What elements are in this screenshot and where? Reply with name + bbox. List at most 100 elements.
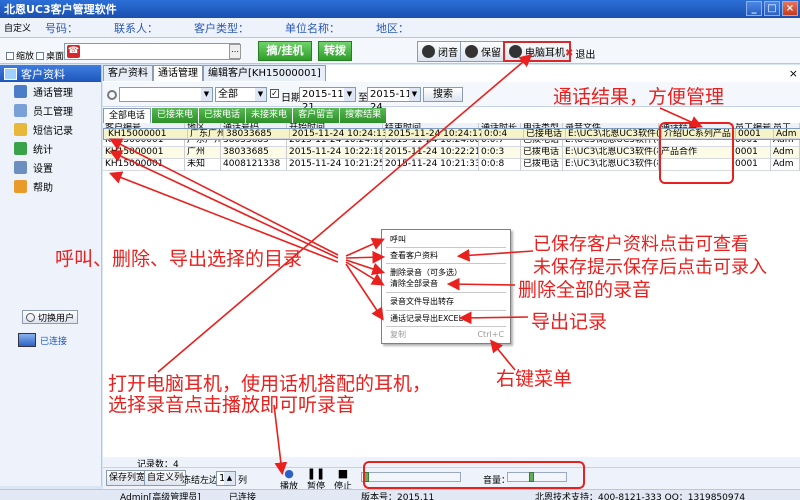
main-tabs: 客户资料 通话管理 编辑客户[KH15000001] [103, 65, 326, 81]
date-from-picker[interactable]: 2015-11-21▼ [299, 87, 356, 113]
subtab-messages[interactable]: 客户留言 [293, 108, 340, 123]
phonebook-button[interactable]: … [229, 44, 241, 59]
table-cell: 2015-11-24 10:24:17 [386, 129, 482, 139]
table-cell: 广东广州 [188, 129, 224, 139]
subtab-missed[interactable]: 未接来电 [246, 108, 293, 123]
table-cell: 2015-11-24 10:21:25 [287, 159, 383, 171]
date-to-picker[interactable]: 2015-11-24▼ [367, 87, 421, 113]
staff-icon [14, 104, 27, 117]
save-column-width-button[interactable]: 保存列宽 [106, 470, 149, 486]
status-bar: Admin[高级管理员] 已连接 版本号：2015.11 北恩技术支持：400-… [0, 489, 800, 500]
sidebar-item-staff[interactable]: 员工管理 [0, 101, 101, 120]
menu-item-delete-recording[interactable]: 删除录音（可多选） [382, 267, 510, 278]
dial-hangup-button[interactable]: 摘/挂机 [258, 41, 312, 61]
close-button[interactable]: × [782, 1, 798, 16]
sidebar: 客户资料 通话管理 员工管理 短信记录 统计 设置 帮助 切换用户 已连接 [0, 65, 102, 486]
subtab-search-results[interactable]: 搜索结果 [340, 108, 387, 123]
pause-icon: ❚❚ [306, 467, 326, 480]
computer-icon [18, 333, 36, 347]
table-cell: 38033685 [224, 129, 290, 139]
sidebar-item-calls[interactable]: 通话管理 [0, 82, 101, 101]
menu-item-export-excel[interactable]: 通话记录导出EXCEL [382, 313, 510, 324]
call-category-tabs: 全部电话 已接来电 已拨电话 未接来电 客户留言 搜索结果 [103, 108, 387, 123]
tab-edit-customer[interactable]: 编辑客户[KH15000001] [203, 65, 326, 81]
copy-shortcut: Ctrl+C [477, 330, 504, 339]
customer-icon [4, 67, 17, 80]
date-checkbox[interactable]: ✓ [270, 89, 279, 98]
filter-type-select[interactable]: ▼ [119, 87, 213, 102]
table-cell: 38033685 [221, 147, 287, 159]
table-cell: E:\UC3\北恩UC3软件(相 [563, 147, 659, 159]
table-cell: 0:0:4 [482, 129, 524, 139]
window-title: 北恩UC3客户管理软件 [4, 3, 117, 16]
search-button[interactable]: 搜索 [423, 87, 463, 102]
table-cell: Adm [774, 129, 800, 139]
custom-columns-button[interactable]: 自定义列 [144, 470, 187, 486]
freeze-count-spinner[interactable]: 1 ▲ [216, 471, 236, 486]
annotation-export: 导出记录 [531, 311, 608, 333]
annotation-headset-2: 选择录音点击播放即可听录音 [108, 394, 356, 416]
chart-icon [14, 142, 27, 155]
window-controls: _ □ × [746, 1, 798, 16]
table-cell: Adm [771, 147, 800, 159]
table-cell: 2015-11-24 10:21:33 [383, 159, 479, 171]
sidebar-item-help[interactable]: 帮助 [0, 177, 101, 196]
tab-close-icon[interactable]: × [789, 67, 798, 80]
help-icon [14, 180, 27, 193]
power-icon [26, 312, 35, 322]
search-icon [107, 90, 117, 100]
menu-item-export-recordings[interactable]: 录音文件导出转存 [382, 296, 510, 307]
desktop-checkbox[interactable]: 桌面 [36, 49, 64, 62]
phone-number-input[interactable]: ☎ [64, 43, 240, 60]
envelope-icon [14, 123, 27, 136]
pc-headset-button[interactable]: 电脑耳机 [503, 41, 571, 62]
menu-item-copy[interactable]: 复制 Ctrl+C [382, 329, 510, 340]
play-icon: ● [284, 467, 294, 480]
tab-customers[interactable]: 客户资料 [103, 65, 153, 81]
custom-button[interactable]: 自定义 [0, 21, 35, 34]
minimize-button[interactable]: _ [746, 1, 762, 16]
customer-info-bar: 自定义 号码： 联系人： 客户类型： 单位名称： 地区： [0, 18, 800, 38]
mute-icon [422, 45, 435, 58]
subtab-received[interactable]: 已接来电 [152, 108, 199, 123]
date-label: 日期 [281, 93, 301, 104]
subtab-dialed[interactable]: 已拨电话 [199, 108, 246, 123]
annotation-result: 通话结果，方便管理 [553, 86, 725, 108]
shrink-checkbox[interactable]: 缩放 [6, 49, 34, 62]
info-contact-label: 联系人： [114, 21, 159, 35]
sidebar-item-stats[interactable]: 统计 [0, 139, 101, 158]
table-cell: KH15000001 [106, 129, 188, 139]
maximize-button[interactable]: □ [764, 1, 780, 16]
result-column-highlight [659, 122, 734, 184]
menu-item-clear-recordings[interactable]: 清除全部录音 [382, 278, 510, 289]
sidebar-item-customers[interactable]: 客户资料 [0, 65, 101, 82]
status-support: 北恩技术支持：400-8121-333 QQ：1319850974 [535, 493, 746, 500]
table-cell: E:\UC3\北恩UC3软件(相 [563, 159, 659, 171]
table-cell: 0001 [733, 159, 771, 171]
table-cell: 未知 [185, 159, 221, 171]
exit-button[interactable]: ✖ 退出 [565, 46, 595, 61]
hold-button[interactable]: 保留 [460, 41, 506, 62]
switch-user-button[interactable]: 切换用户 [22, 310, 78, 324]
filter-scope-select[interactable]: 全部 ▼ [215, 87, 267, 102]
exit-icon: ✖ [565, 48, 574, 59]
sidebar-item-sms[interactable]: 短信记录 [0, 120, 101, 139]
table-cell: E:\UC3\北恩UC3软件(相 [566, 129, 662, 139]
annotation-call-delete: 呼叫、删除、导出选择的目录 [55, 248, 303, 270]
freeze-unit-label: 列 [238, 476, 248, 486]
transfer-button[interactable]: 转拨 [318, 41, 352, 61]
status-user: Admin[高级管理员] [120, 493, 201, 500]
sidebar-item-settings[interactable]: 设置 [0, 158, 101, 177]
table-cell: KH15000001 [103, 147, 185, 159]
player-highlight [363, 461, 585, 489]
table-cell: Adm [771, 159, 800, 171]
table-cell: 2015-11-24 10:24:13 [290, 129, 386, 139]
tab-call-manage[interactable]: 通话管理 [153, 65, 203, 81]
menu-item-call[interactable]: 呼叫 [382, 234, 510, 245]
menu-item-view-customer[interactable]: 查看客户资料 [382, 250, 510, 261]
table-cell: 2015-11-24 10:22:18 [287, 147, 383, 159]
annotation-right-menu: 右键菜单 [496, 368, 573, 390]
stop-icon: ■ [337, 467, 349, 480]
mute-button[interactable]: 闭音 [417, 41, 463, 62]
subtab-all[interactable]: 全部电话 [103, 108, 152, 123]
